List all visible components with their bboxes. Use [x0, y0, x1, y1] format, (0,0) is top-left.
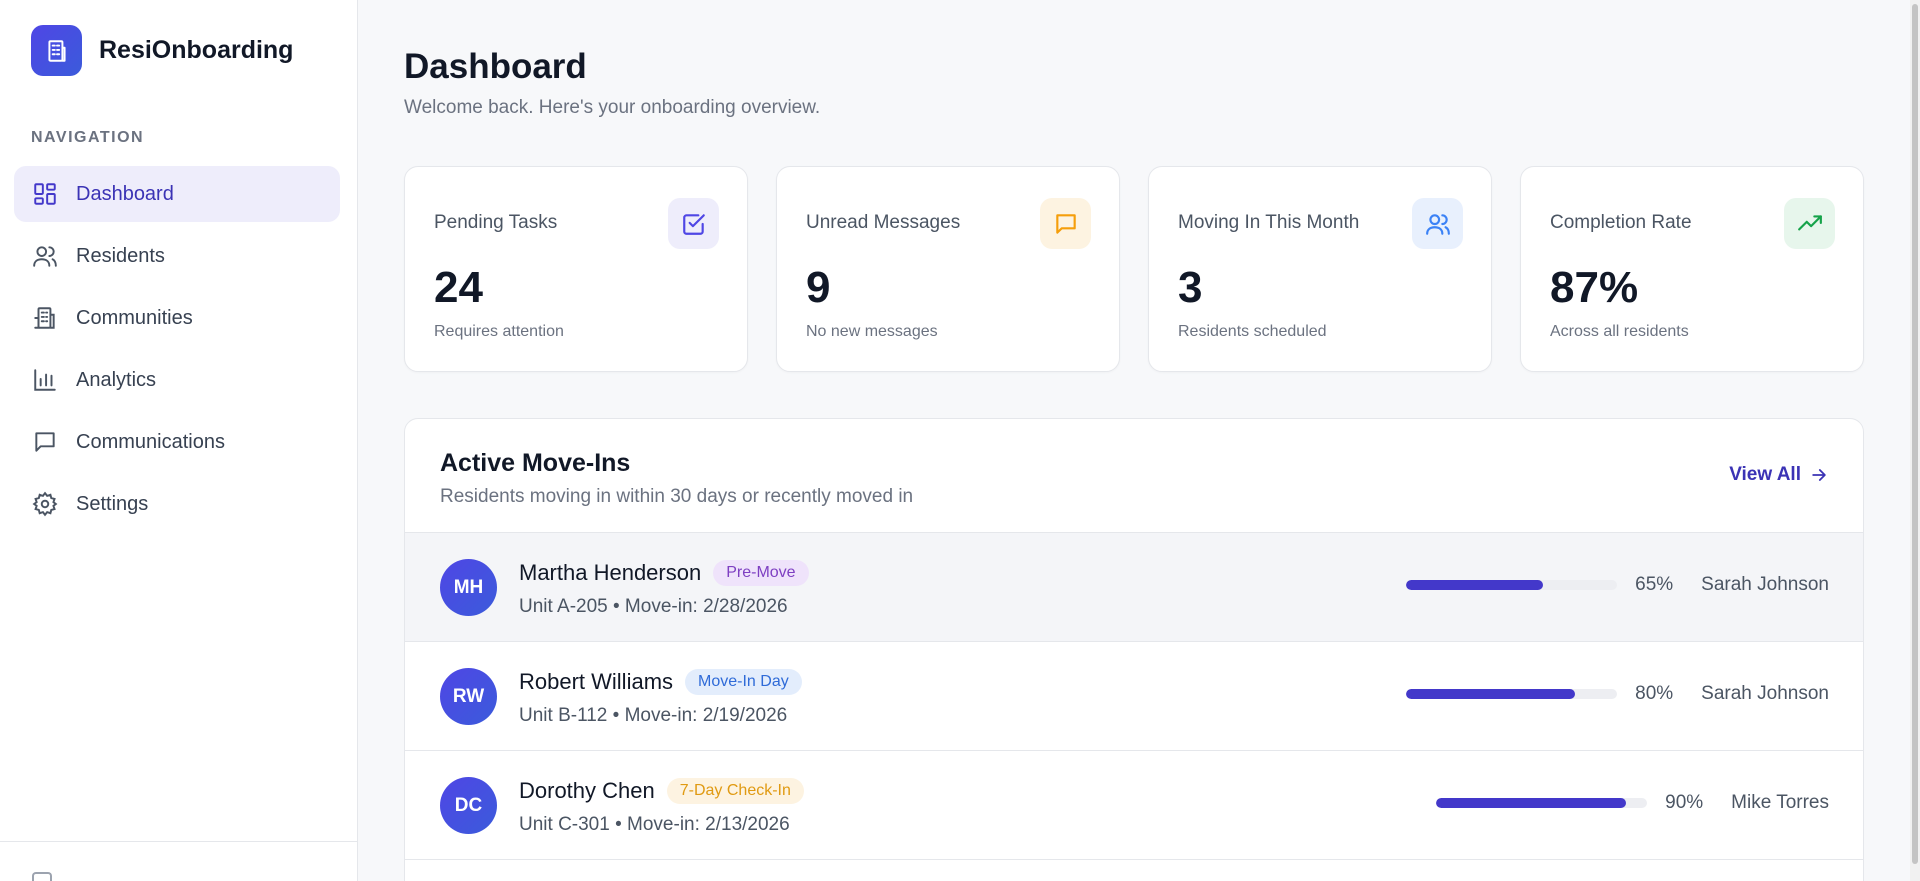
stat-value: 3	[1178, 263, 1203, 312]
view-all-link[interactable]: View All	[1729, 464, 1829, 486]
bar-chart-icon	[31, 366, 59, 394]
table-row[interactable]: DC Dorothy Chen 7-Day Check-In Unit C-30…	[405, 751, 1863, 860]
sidebar-footer	[0, 841, 358, 881]
progress-fill	[1406, 689, 1575, 699]
stat-card-moving-in[interactable]: Moving In This Month 3 Residents schedul…	[1148, 166, 1492, 372]
avatar: RW	[440, 668, 497, 725]
resident-name: Dorothy Chen	[519, 778, 655, 803]
resident-meta: Unit C-301 • Move-in: 2/13/2026	[519, 814, 790, 835]
sidebar-item-communities[interactable]: Communities	[14, 290, 340, 346]
resident-meta: Unit A-205 • Move-in: 2/28/2026	[519, 596, 788, 617]
sidebar-item-label: Dashboard	[76, 182, 174, 205]
resident-name: Martha Henderson	[519, 560, 702, 585]
sidebar-item-label: Analytics	[76, 368, 157, 391]
check-square-icon	[668, 198, 719, 249]
progress-percent: 90%	[1665, 792, 1704, 813]
page-subtitle: Welcome back. Here's your onboarding ove…	[404, 97, 821, 118]
sidebar-item-analytics[interactable]: Analytics	[14, 352, 340, 408]
sidebar: ResiOnboarding NAVIGATION Dashboard Resi…	[0, 0, 358, 881]
trending-up-icon	[1784, 198, 1835, 249]
gear-icon	[31, 490, 59, 518]
stat-note: Requires attention	[434, 323, 564, 340]
sidebar-item-residents[interactable]: Residents	[14, 228, 340, 284]
building-icon	[31, 304, 59, 332]
sidebar-item-label: Settings	[76, 492, 149, 515]
stat-label: Unread Messages	[806, 212, 961, 233]
assignee: Mike Torres	[1731, 792, 1829, 813]
arrow-right-icon	[1812, 469, 1826, 481]
table-row[interactable]: RW Robert Williams Move-In Day Unit B-11…	[405, 642, 1863, 751]
sidebar-item-label: Communications	[76, 430, 225, 453]
progress-fill	[1406, 580, 1544, 590]
sidebar-nav: Dashboard Residents Communities Analytic…	[14, 166, 340, 538]
page-title: Dashboard	[404, 47, 587, 86]
status-badge: Move-In Day	[685, 669, 802, 695]
stat-note: Residents scheduled	[1178, 323, 1327, 340]
sidebar-item-communications[interactable]: Communications	[14, 414, 340, 470]
table-row[interactable]: MH Martha Henderson Pre-Move Unit A-205 …	[405, 533, 1863, 642]
message-icon	[31, 428, 59, 456]
dashboard-icon	[31, 180, 59, 208]
sidebar-item-label: Communities	[76, 306, 193, 329]
sidebar-item-settings[interactable]: Settings	[14, 476, 340, 532]
avatar: DC	[440, 777, 497, 834]
sidebar-item-dashboard[interactable]: Dashboard	[14, 166, 340, 222]
status-badge: 7-Day Check-In	[666, 778, 804, 804]
avatar: MH	[440, 559, 497, 616]
nav-heading: NAVIGATION	[31, 129, 145, 146]
panel-title: Active Move-Ins	[440, 449, 631, 477]
progress-fill	[1436, 798, 1627, 808]
stat-label: Pending Tasks	[434, 212, 558, 233]
progress-percent: 80%	[1635, 683, 1674, 704]
sidebar-item-label: Residents	[76, 244, 165, 267]
resident-name: Robert Williams	[519, 669, 674, 694]
stat-value: 9	[806, 263, 831, 312]
stat-card-completion-rate[interactable]: Completion Rate 87% Across all residents	[1520, 166, 1864, 372]
stat-value: 24	[434, 263, 483, 312]
page-scrollbar[interactable]	[1910, 0, 1920, 881]
progress-bar	[1436, 798, 1648, 808]
stat-label: Completion Rate	[1550, 212, 1692, 233]
stats-row: Pending Tasks 24 Requires attention Unre…	[404, 166, 1864, 372]
stat-card-pending-tasks[interactable]: Pending Tasks 24 Requires attention	[404, 166, 748, 372]
active-move-ins-panel: Active Move-Ins Residents moving in with…	[404, 418, 1864, 881]
users-icon	[31, 242, 59, 270]
resident-meta: Unit B-112 • Move-in: 2/19/2026	[519, 705, 788, 726]
assignee: Sarah Johnson	[1701, 683, 1829, 704]
panel-subtitle: Residents moving in within 30 days or re…	[440, 486, 914, 507]
message-icon	[1040, 198, 1091, 249]
stat-card-unread-messages[interactable]: Unread Messages 9 No new messages	[776, 166, 1120, 372]
stat-value: 87%	[1550, 263, 1639, 312]
stat-label: Moving In This Month	[1178, 212, 1360, 233]
view-all-label: View All	[1729, 464, 1801, 485]
stat-note: Across all residents	[1550, 323, 1689, 340]
app-name: ResiOnboarding	[99, 36, 294, 64]
building-logo-icon	[31, 25, 82, 76]
stat-note: No new messages	[806, 323, 938, 340]
brand[interactable]: ResiOnboarding	[31, 25, 293, 76]
panel-header: Active Move-Ins Residents moving in with…	[405, 419, 1863, 533]
status-badge: Pre-Move	[713, 560, 809, 586]
progress-percent: 65%	[1635, 574, 1674, 595]
user-menu-icon[interactable]	[32, 872, 52, 881]
users-icon	[1412, 198, 1463, 249]
progress-bar	[1406, 580, 1618, 590]
progress-bar	[1406, 689, 1618, 699]
assignee: Sarah Johnson	[1701, 574, 1829, 595]
scrollbar-thumb[interactable]	[1912, 4, 1918, 864]
